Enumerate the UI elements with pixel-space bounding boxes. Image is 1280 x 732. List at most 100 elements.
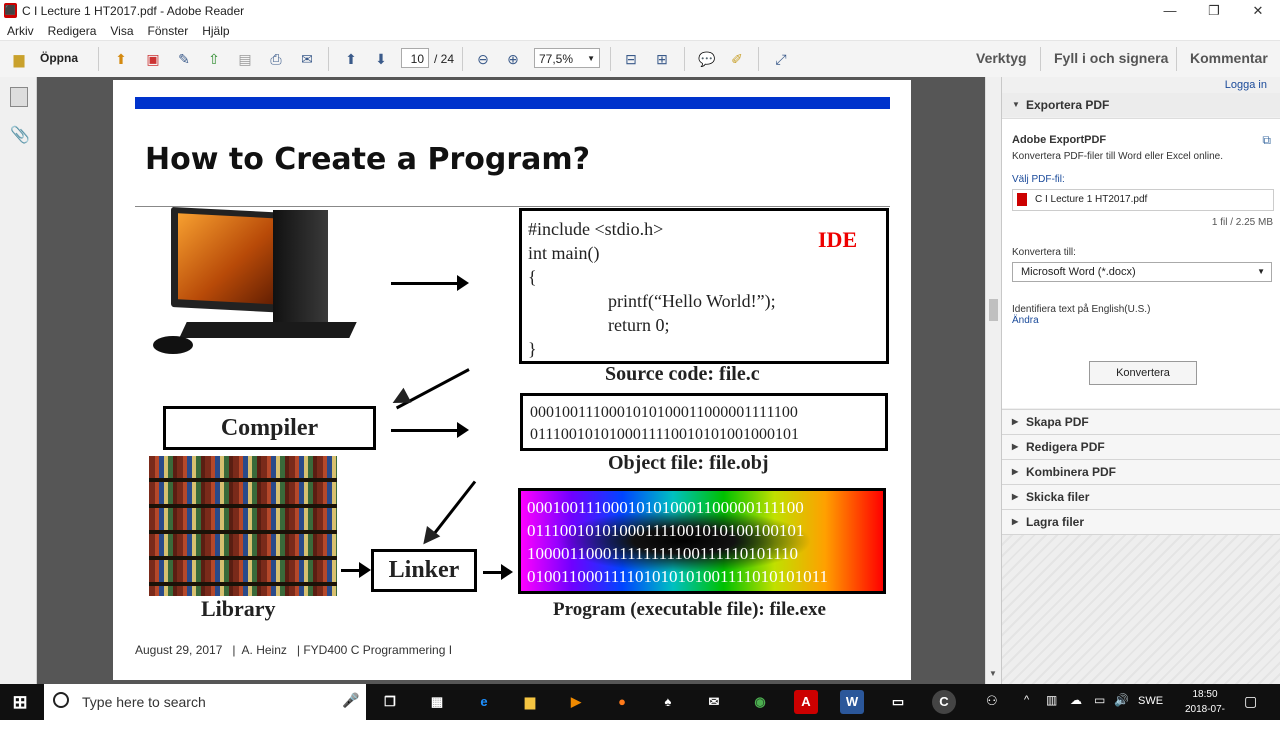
computer-icon [153, 206, 358, 358]
zoom-out-icon[interactable]: ⊖ [472, 48, 494, 70]
login-link[interactable]: Logga in [1225, 79, 1267, 91]
exe-bits-line: 010011000111101010101001111010101011 [527, 567, 828, 586]
disk-icon[interactable]: ▤ [234, 48, 256, 70]
create-pdf-icon[interactable]: ▣ [142, 48, 164, 70]
language-indicator[interactable]: SWE [1138, 695, 1163, 707]
calculator-icon[interactable]: ▦ [425, 690, 449, 714]
print-icon[interactable]: ⎙ [265, 48, 287, 70]
notification-icon[interactable]: ▢ [1244, 693, 1257, 710]
menu-arkiv[interactable]: Arkiv [0, 22, 41, 40]
task-view-icon[interactable]: ❐ [378, 690, 402, 714]
linker-label: Linker [388, 557, 460, 583]
comment-icon[interactable]: 💬 [696, 48, 718, 70]
chrome-icon[interactable]: ◉ [748, 690, 772, 714]
vertical-scrollbar[interactable]: ▼ [985, 77, 1001, 684]
expand-icon[interactable]: ⤢ [770, 48, 792, 70]
media-player-icon[interactable]: ▶ [564, 690, 588, 714]
search-box[interactable]: Type here to search 🎤 [44, 684, 366, 720]
highlight-icon[interactable]: ✐ [726, 48, 748, 70]
close-button[interactable]: ✕ [1236, 0, 1280, 22]
executable-box: 000100111000101010001100000111100 011100… [518, 488, 886, 594]
fit-width-icon[interactable]: ⊞ [651, 48, 673, 70]
comment-link[interactable]: Kommentar [1190, 50, 1268, 66]
slide-title: How to Create a Program? [145, 142, 591, 177]
ide-label: IDE [818, 227, 858, 252]
fill-sign-link[interactable]: Fyll i och signera [1054, 50, 1168, 66]
menu-redigera[interactable]: Redigera [41, 22, 104, 40]
tools-panel: Logga in ▼ Exportera PDF Adobe ExportPDF … [1001, 77, 1280, 684]
menu-hjalp[interactable]: Hjälp [195, 22, 236, 40]
chevron-down-icon[interactable]: ▼ [989, 669, 997, 678]
screen-icon[interactable]: ▭ [886, 690, 910, 714]
microphone-icon[interactable]: 🎤 [342, 692, 359, 709]
word-icon[interactable]: W [840, 690, 864, 714]
tools-link[interactable]: Verktyg [976, 50, 1027, 66]
people-icon[interactable]: ⚇ [986, 693, 998, 709]
maximize-button[interactable]: ❐ [1192, 0, 1236, 22]
menu-visa[interactable]: Visa [103, 22, 140, 40]
change-link[interactable]: Ändra [1012, 315, 1039, 326]
previous-page-icon[interactable]: ⬆ [340, 48, 362, 70]
arrow-right [391, 282, 461, 285]
pdf-icon [1017, 193, 1027, 206]
edit-icon[interactable]: ✎ [173, 48, 195, 70]
battery-icon[interactable]: ▭ [1094, 693, 1105, 707]
export-icon: ⧉ [1262, 133, 1271, 147]
file-name: C I Lecture 1 HT2017.pdf [1035, 194, 1148, 205]
clock-date: 2018-07-23 [1184, 704, 1226, 730]
scroll-thumb[interactable] [989, 299, 998, 321]
send-files-section[interactable]: ▶ Skicka filer [1002, 484, 1280, 509]
file-picker[interactable]: C I Lecture 1 HT2017.pdf [1012, 189, 1274, 211]
compiler-label: Compiler [220, 415, 319, 441]
next-page-icon[interactable]: ⬇ [370, 48, 392, 70]
pdf-icon: ⬛ [4, 3, 17, 18]
pages-icon[interactable] [10, 87, 28, 107]
edge-icon[interactable]: e [472, 690, 496, 714]
search-icon [53, 692, 69, 708]
firefox-icon[interactable]: ● [610, 690, 634, 714]
zoom-in-icon[interactable]: ⊕ [502, 48, 524, 70]
volume-icon[interactable]: 🔊 [1114, 693, 1129, 707]
clock[interactable]: 18:50 2018-07-23 [1180, 687, 1230, 732]
create-pdf-section[interactable]: ▶ Skapa PDF [1002, 409, 1280, 434]
save-icon[interactable]: ⬆ [110, 48, 132, 70]
object-file-box: 0001001110001010100011000001111100 01110… [520, 393, 888, 451]
cloud-icon[interactable]: ☁ [1070, 693, 1082, 707]
page-number-input[interactable]: 10 [401, 48, 429, 68]
adobe-reader-icon[interactable]: A [794, 690, 818, 714]
store-files-section[interactable]: ▶ Lagra filer [1002, 509, 1280, 535]
solitaire-icon[interactable]: ♠ [656, 690, 680, 714]
code-line: return 0; [608, 315, 670, 335]
upload-icon[interactable]: ⇧ [203, 48, 225, 70]
choose-file-label: Välj PDF-fil: [1012, 174, 1065, 185]
minimize-button[interactable]: — [1148, 0, 1192, 22]
linker-box: Linker [371, 549, 477, 592]
export-pdf-section[interactable]: ▼ Exportera PDF [1002, 93, 1280, 117]
menu-fonster[interactable]: Fönster [141, 22, 196, 40]
folder-icon[interactable]: ▆ [8, 48, 30, 70]
chevron-right-icon: ▶ [1012, 417, 1019, 426]
format-select[interactable]: Microsoft Word (*.docx) ▼ [1012, 262, 1272, 282]
chevron-up-icon[interactable]: ^ [1024, 694, 1029, 706]
compiler-box: Compiler [163, 406, 376, 450]
mail-icon[interactable]: ✉ [702, 690, 726, 714]
library-label: Library [201, 596, 276, 621]
open-button[interactable]: Öppna [40, 51, 78, 65]
mail-icon[interactable]: ✉ [296, 48, 318, 70]
zoom-select[interactable]: 77,5% ▼ [534, 48, 600, 68]
fit-page-icon[interactable]: ⊟ [620, 48, 642, 70]
file-explorer-icon[interactable]: ▆ [518, 690, 542, 714]
attachment-icon[interactable]: 📎 [10, 125, 30, 145]
slide-footer: August 29, 2017 | A. Heinz | FYD400 C Pr… [135, 643, 453, 657]
chevron-right-icon: ▶ [1012, 492, 1019, 501]
network-icon[interactable]: ▥ [1046, 693, 1057, 707]
c-app-icon[interactable]: C [932, 690, 956, 714]
window-title: C I Lecture 1 HT2017.pdf - Adobe Reader [22, 4, 245, 18]
exe-bits-line: 011100101010001111001010100100101 [527, 521, 805, 540]
windows-start-icon[interactable]: ⊞ [8, 690, 32, 714]
convert-button[interactable]: Konvertera [1089, 361, 1197, 385]
edit-pdf-section[interactable]: ▶ Redigera PDF [1002, 434, 1280, 459]
combine-pdf-section[interactable]: ▶ Kombinera PDF [1002, 459, 1280, 484]
export-pdf-body: Adobe ExportPDF ⧉ Konvertera PDF-filer t… [1002, 118, 1280, 408]
object-bits-line: 0111001010100011110010101001000101 [530, 426, 800, 443]
